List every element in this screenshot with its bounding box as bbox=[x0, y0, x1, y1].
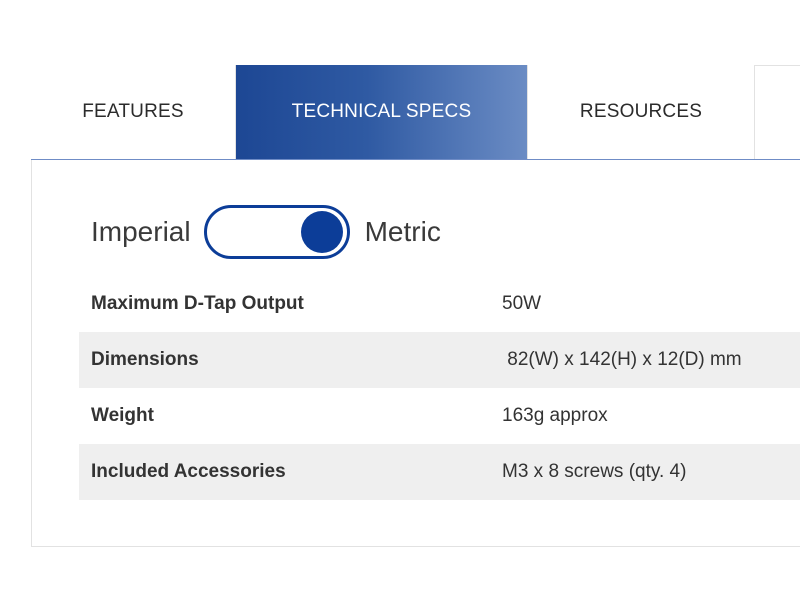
spec-name: Weight bbox=[91, 405, 154, 426]
spec-name: Maximum D-Tap Output bbox=[91, 293, 304, 314]
spec-value: 163g approx bbox=[502, 405, 608, 426]
specs-table: Maximum D-Tap Output 50W Dimensions 82(W… bbox=[79, 276, 800, 500]
spec-value: 50W bbox=[502, 293, 542, 314]
toggle-knob bbox=[300, 211, 343, 253]
unit-toggle[interactable] bbox=[203, 205, 350, 259]
table-row: Weight 163g approx bbox=[79, 388, 800, 444]
tab-features[interactable]: FEATURES bbox=[31, 65, 236, 159]
metric-label[interactable]: Metric bbox=[365, 216, 441, 248]
imperial-label[interactable]: Imperial bbox=[91, 216, 191, 248]
spec-name: Included Accessories bbox=[91, 461, 286, 482]
spec-name: Dimensions bbox=[91, 349, 199, 370]
unit-switcher: Imperial Metric bbox=[91, 204, 441, 260]
table-row: Included Accessories M3 x 8 screws (qty.… bbox=[79, 444, 800, 500]
spec-value: 82(W) x 142(H) x 12(D) mm bbox=[502, 349, 742, 370]
tab-bar: FEATURES TECHNICAL SPECS RESOURCES bbox=[31, 65, 800, 160]
tab-resources[interactable]: RESOURCES bbox=[527, 65, 755, 159]
tab-underline bbox=[31, 159, 800, 160]
tab-technical-specs[interactable]: TECHNICAL SPECS bbox=[236, 65, 527, 159]
table-row: Dimensions 82(W) x 142(H) x 12(D) mm bbox=[79, 332, 800, 388]
spec-value: M3 x 8 screws (qty. 4) bbox=[502, 461, 687, 482]
table-row: Maximum D-Tap Output 50W bbox=[79, 276, 800, 332]
